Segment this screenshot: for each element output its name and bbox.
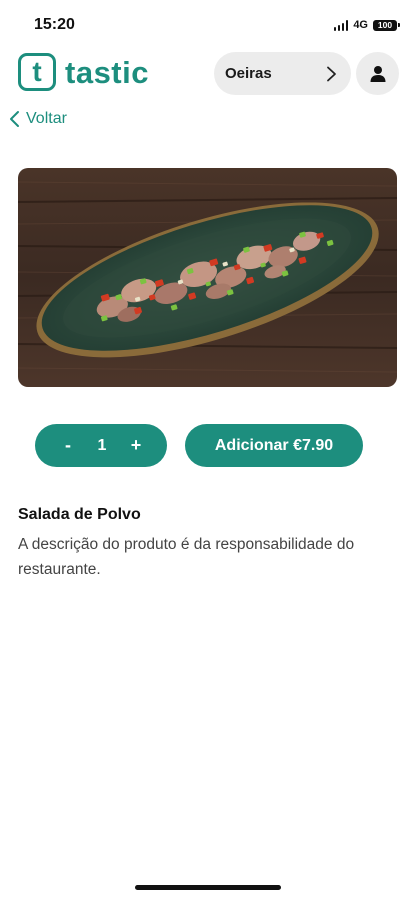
battery-level: 100: [377, 20, 393, 30]
status-time: 15:20: [34, 16, 75, 33]
chevron-right-icon: [327, 66, 336, 81]
decrement-button[interactable]: -: [61, 435, 75, 456]
back-button[interactable]: Voltar: [9, 110, 67, 128]
signal-icon: [333, 19, 349, 31]
increment-button[interactable]: +: [129, 435, 143, 456]
location-label: Oeiras: [225, 65, 272, 82]
status-indicators: 4G 100: [333, 19, 400, 31]
tastic-logo[interactable]: t tastic: [18, 53, 149, 91]
add-to-cart-button[interactable]: Adicionar €7.90: [185, 424, 363, 467]
logo-letter: t: [32, 56, 42, 87]
network-type: 4G: [353, 19, 368, 31]
octopus-salad-photo: [18, 168, 397, 387]
home-indicator[interactable]: [135, 885, 281, 890]
profile-button[interactable]: [356, 52, 399, 95]
user-icon: [370, 65, 385, 82]
status-bar: 15:20 4G 100: [0, 0, 415, 44]
product-detail-screen: 15:20 4G 100 t tastic Oeiras Voltar - 1 …: [0, 0, 415, 900]
logo-text: tastic: [65, 54, 149, 90]
app-header: t tastic Oeiras: [18, 51, 399, 97]
chevron-left-icon: [10, 111, 19, 127]
product-description: A descrição do produto é da responsabili…: [18, 536, 355, 578]
location-selector-button[interactable]: Oeiras: [214, 52, 351, 95]
product-name: Salada de Polvo: [18, 506, 141, 523]
battery-icon: 100: [373, 19, 400, 31]
quantity-stepper[interactable]: - 1 +: [35, 424, 167, 467]
quantity-value: 1: [97, 436, 107, 454]
back-label: Voltar: [26, 110, 67, 127]
product-image: [18, 168, 397, 387]
logo-mark-icon: t: [18, 53, 56, 91]
